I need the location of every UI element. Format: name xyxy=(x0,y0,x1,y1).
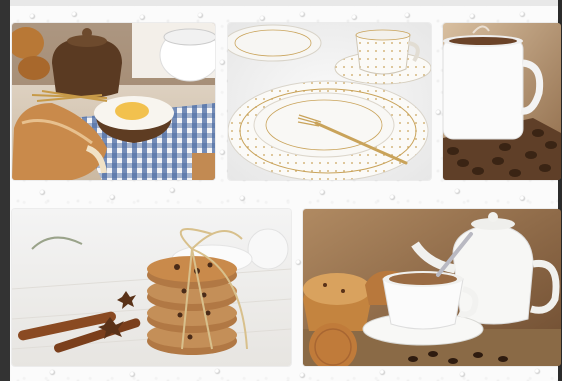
tableware-tile xyxy=(228,23,431,180)
bubble xyxy=(215,369,220,374)
bubble xyxy=(436,110,441,115)
bubble xyxy=(296,260,301,265)
bubble xyxy=(40,190,45,195)
coffee-cup-photo xyxy=(443,23,561,180)
bubble xyxy=(130,372,135,377)
bubble xyxy=(50,370,55,375)
bakery-photo xyxy=(12,23,215,180)
left-edge xyxy=(0,0,10,381)
bubble xyxy=(405,13,410,18)
bubble xyxy=(260,16,265,21)
bubble xyxy=(352,15,357,20)
bakery-tile xyxy=(12,23,215,180)
bubble xyxy=(72,12,77,17)
bubble xyxy=(390,195,395,200)
bubble xyxy=(535,369,540,374)
bubble xyxy=(520,196,525,201)
bubble xyxy=(110,195,115,200)
bubble xyxy=(240,196,245,201)
bubble xyxy=(320,190,325,195)
teapot-tile xyxy=(303,209,561,366)
top-strip xyxy=(0,0,562,6)
bubble xyxy=(198,13,203,18)
bubble xyxy=(470,14,475,19)
bubble xyxy=(170,188,175,193)
bubble xyxy=(455,189,460,194)
bubble xyxy=(220,150,225,155)
cookies-photo xyxy=(12,209,291,366)
teapot-photo xyxy=(303,209,561,366)
bubble xyxy=(460,372,465,377)
bubble xyxy=(380,370,385,375)
bubble xyxy=(300,373,305,378)
tableware-photo xyxy=(228,23,431,180)
cookies-tile xyxy=(12,209,291,366)
coffee-cup-tile xyxy=(443,23,561,180)
bubble xyxy=(520,12,525,17)
bubble xyxy=(220,60,225,65)
bubble xyxy=(30,14,35,19)
bubble xyxy=(140,15,145,20)
bubble xyxy=(300,12,305,17)
